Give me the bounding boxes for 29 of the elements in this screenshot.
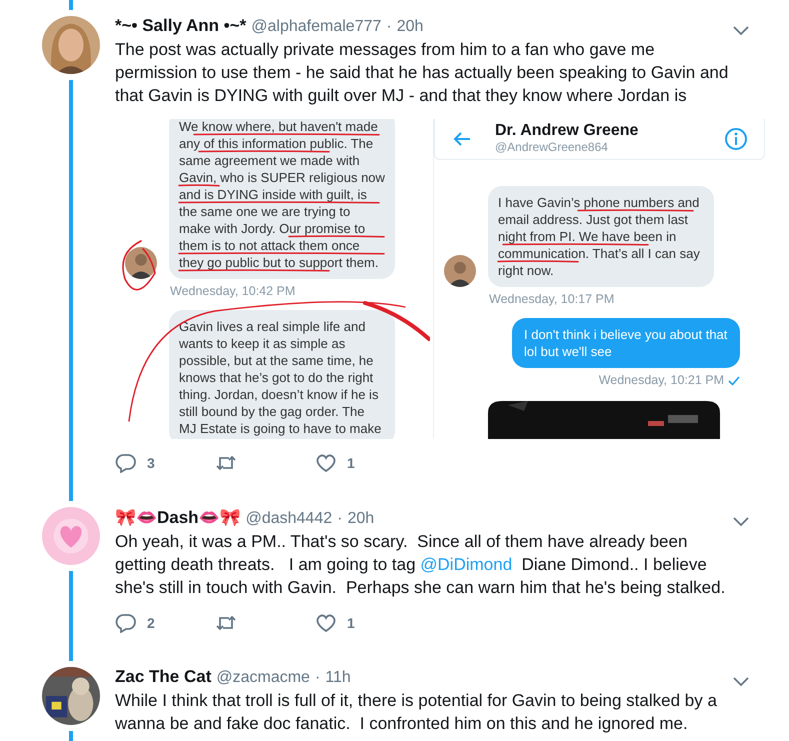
message-bubble: Gavin lives a real simple life and wants to keep it as simple as possible, but at the same time, he knows that he’s got to do the right thing. Jordan, doesn’t know if he is still bound by the gag order. The MJ Estate is going to have to make [169, 310, 395, 439]
message-bubble: We know where, but haven't made any of this information public. The same agreement we made with Gavin, who is SUPER religious now and is DYING inside with guilt, is the same one we are trying to make with Jordy. Our promise to them is to not attack them once they go public but to support them. [169, 119, 395, 279]
like-count: 1 [347, 455, 355, 471]
user-handle[interactable]: @dash4442 [246, 510, 332, 528]
display-name[interactable]: 🎀👄Dash👄🎀 [115, 507, 241, 528]
separator: · [314, 669, 320, 687]
contact-handle: @AndrewGreene864 [495, 139, 609, 156]
separator: · [337, 510, 342, 528]
tweet-text: The post was actually private messages from him to a fan who gave me permission to use them - he said that he has actually been speaking to Gavin and that Gavin is DYING with guilt over MJ - and that they know where Jordan is [115, 39, 730, 107]
reply-count: 2 [147, 615, 155, 631]
reply-count: 3 [147, 455, 155, 471]
like-count: 1 [347, 615, 355, 631]
tweet-text: While I think that troll is full of it, there is potential for Gavin to being stalked by a wanna be and fake doc fanatic. I confronted him on this and he ignored me. [115, 690, 718, 735]
message-timestamp: Wednesday, 10:42 PM [170, 283, 296, 300]
display-name[interactable]: Zac The Cat [115, 667, 212, 687]
message-bubble: I have Gavin’s phone numbers and email address. Just got them last night from PI. We have been in communication. That’s all I can say right now. [488, 186, 714, 287]
contact-name: Dr. Andrew Greene [495, 122, 640, 139]
tweet-time[interactable]: 20h [347, 510, 374, 528]
display-name[interactable]: *~• Sally Ann •~* [115, 16, 246, 36]
message-timestamp: Wednesday, 10:17 PM [489, 291, 614, 308]
separator: · [386, 18, 392, 36]
tweet-time[interactable]: 11h [325, 669, 351, 687]
user-handle[interactable]: @zacmacme [216, 669, 310, 687]
message-bubble: I don't think i believe you about that lol but we'll see [512, 318, 740, 368]
tweet-time[interactable]: 20h [396, 18, 424, 36]
mention-link[interactable]: @DiDimond [420, 555, 512, 574]
message-timestamp: Wednesday, 10:21 PM [598, 372, 724, 389]
user-handle[interactable]: @alphafemale777 [251, 18, 382, 36]
tweet-text: Oh yeah, it was a PM.. That's so scary. Since all of them have already been getting death threats. I am going to tag @DiDimond Diane Dimond.. I believe she's still in touch with Gavin. Perhaps she can warn him that he's being stalked. [115, 531, 726, 599]
